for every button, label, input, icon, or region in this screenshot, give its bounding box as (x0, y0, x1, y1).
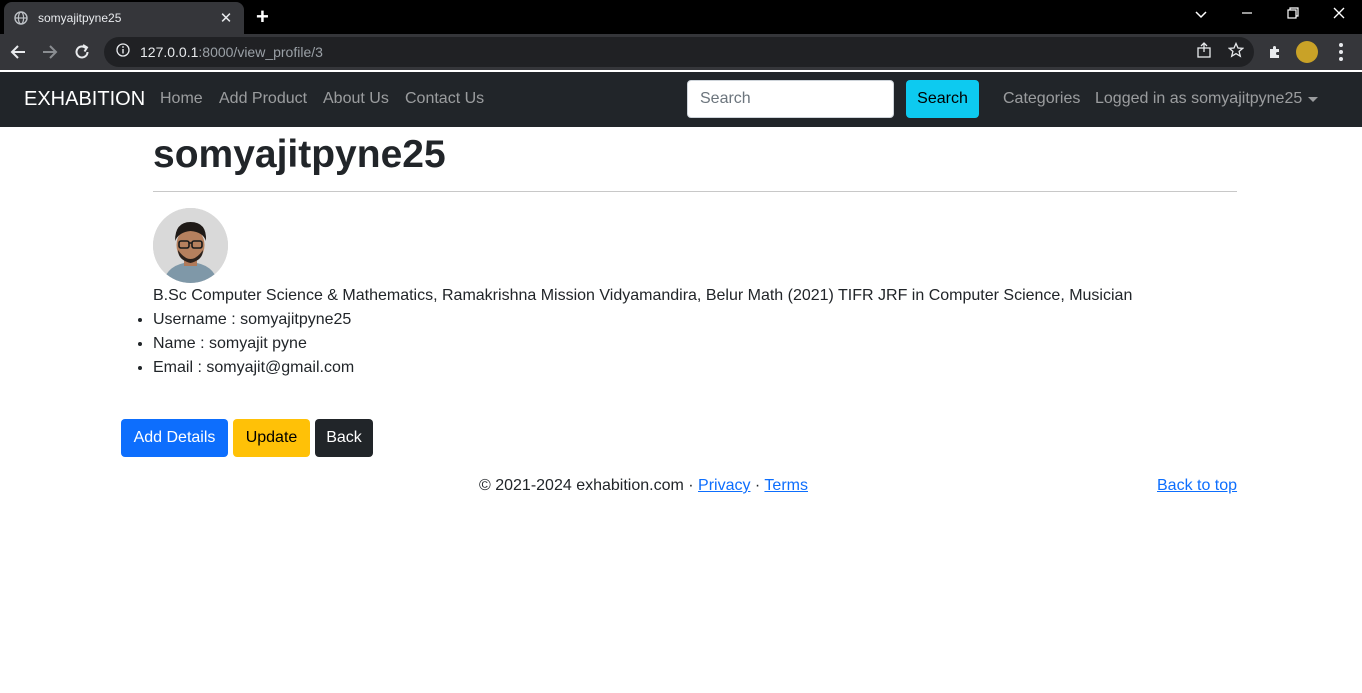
terms-link[interactable]: Terms (764, 477, 808, 494)
page-title: somyajitpyne25 (153, 133, 446, 176)
profile-avatar (153, 208, 228, 283)
browser-tab[interactable]: somyajitpyne25 ✕ (4, 2, 244, 34)
chevron-down-icon[interactable] (1308, 97, 1318, 102)
user-dropdown-toggle[interactable]: Logged in as somyajitpyne25 (1095, 90, 1302, 108)
share-icon[interactable] (1194, 40, 1214, 60)
close-window-icon[interactable] (1324, 6, 1354, 22)
browser-tab-bar: somyajitpyne25 ✕ + (0, 0, 1362, 34)
detail-name: Name : somyajit pyne (153, 335, 354, 359)
copyright-text: © 2021-2024 exhabition.com · (479, 477, 699, 494)
url-text: 127.0.0.1:8000/view_profile/3 (140, 44, 323, 60)
site-info-icon[interactable] (116, 42, 130, 62)
minimize-icon[interactable] (1232, 6, 1262, 22)
brand-logo[interactable]: EXHABITION (24, 88, 145, 111)
nav-link-contact-us[interactable]: Contact Us (405, 90, 484, 108)
address-bar[interactable]: 127.0.0.1:8000/view_profile/3 (104, 37, 1254, 67)
back-arrow-icon[interactable] (6, 40, 30, 64)
divider (153, 191, 1237, 192)
close-tab-icon[interactable]: ✕ (218, 9, 234, 27)
site-navbar: EXHABITION Home Add Product About Us Con… (0, 72, 1362, 127)
back-button[interactable]: Back (315, 419, 373, 457)
nav-link-categories[interactable]: Categories (1003, 90, 1080, 108)
profile-bio: B.Sc Computer Science & Mathematics, Ram… (153, 287, 1133, 304)
search-input[interactable] (687, 80, 894, 118)
reload-icon[interactable] (70, 40, 94, 64)
search-button[interactable]: Search (906, 80, 979, 118)
nav-link-home[interactable]: Home (160, 90, 203, 108)
nav-link-add-product[interactable]: Add Product (219, 90, 307, 108)
browser-toolbar: 127.0.0.1:8000/view_profile/3 (0, 34, 1362, 70)
extensions-puzzle-icon[interactable] (1264, 41, 1286, 63)
update-button[interactable]: Update (233, 419, 310, 457)
forward-arrow-icon[interactable] (38, 40, 62, 64)
detail-username: Username : somyajitpyne25 (153, 311, 354, 335)
browser-menu-icon[interactable] (1332, 41, 1350, 63)
tab-search-icon[interactable] (1186, 6, 1216, 22)
nav-link-about-us[interactable]: About Us (323, 90, 389, 108)
bookmark-star-icon[interactable] (1226, 40, 1246, 60)
globe-icon (14, 11, 28, 25)
footer-copyright: © 2021-2024 exhabition.com · Privacy · T… (479, 477, 808, 495)
privacy-link[interactable]: Privacy (698, 477, 750, 494)
restore-icon[interactable] (1278, 6, 1308, 22)
add-details-button[interactable]: Add Details (121, 419, 228, 457)
new-tab-icon[interactable]: + (256, 6, 269, 28)
footer-separator: · (750, 477, 765, 494)
back-to-top-link[interactable]: Back to top (1157, 477, 1237, 495)
detail-email: Email : somyajit@gmail.com (153, 359, 354, 383)
tab-title: somyajitpyne25 (38, 11, 122, 25)
browser-profile-avatar[interactable] (1296, 41, 1318, 63)
profile-details-list: Username : somyajitpyne25 Name : somyaji… (153, 311, 354, 383)
